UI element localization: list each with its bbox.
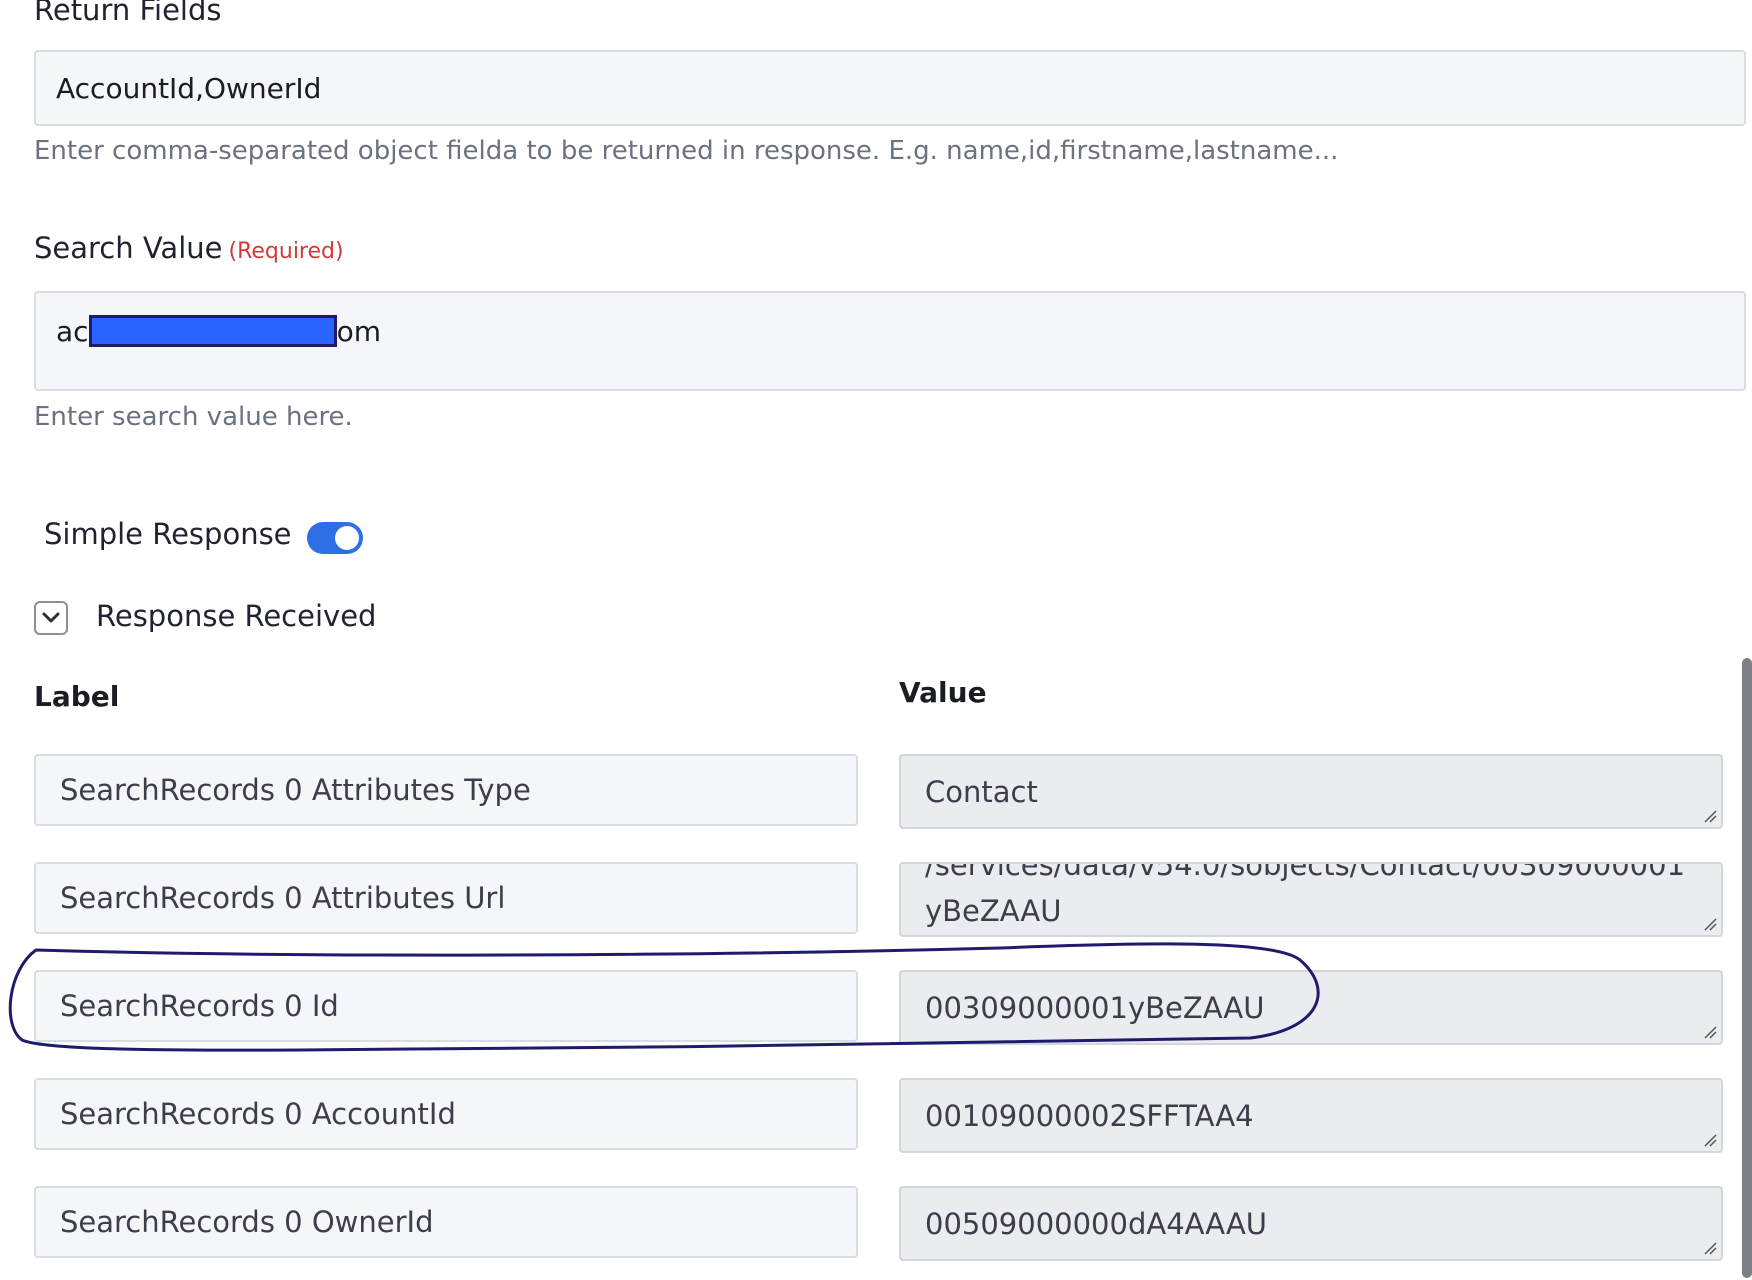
search-value-prefix: ac bbox=[56, 314, 89, 348]
search-value-label-text: Search Value bbox=[34, 231, 223, 265]
response-value-field[interactable]: 00109000002SFFTAA4 bbox=[899, 1078, 1723, 1153]
resize-handle-icon[interactable] bbox=[1703, 809, 1717, 823]
return-fields-value: AccountId,OwnerId bbox=[56, 71, 322, 105]
response-label-text: SearchRecords 0 Attributes Url bbox=[60, 881, 506, 915]
chevron-down-icon bbox=[42, 612, 60, 623]
response-label-field[interactable]: SearchRecords 0 Attributes Type bbox=[34, 754, 858, 826]
response-value-text: 00509000000dA4AAAU bbox=[925, 1206, 1268, 1241]
response-value-field[interactable]: /services/data/v54.0/sobjects/Contact/00… bbox=[899, 862, 1723, 937]
label-column-header: Label bbox=[34, 680, 120, 713]
response-label-text: SearchRecords 0 Attributes Type bbox=[60, 773, 531, 807]
value-column-header: Value bbox=[899, 676, 987, 709]
response-value-text: /services/data/v54.0/sobjects/Contact/00… bbox=[925, 862, 1686, 928]
search-value-label: Search Value (Required) bbox=[34, 230, 344, 270]
return-fields-help: Enter comma-separated object fielda to b… bbox=[34, 136, 1339, 166]
toggle-knob bbox=[335, 526, 359, 550]
resize-handle-icon[interactable] bbox=[1703, 1133, 1717, 1147]
simple-response-label: Simple Response bbox=[44, 517, 292, 551]
resize-handle-icon[interactable] bbox=[1703, 917, 1717, 931]
response-value-text: 00109000002SFFTAA4 bbox=[925, 1098, 1254, 1133]
response-received-collapse-button[interactable] bbox=[34, 601, 68, 635]
redaction-box bbox=[88, 315, 337, 347]
resize-handle-icon[interactable] bbox=[1703, 1025, 1717, 1039]
return-fields-input[interactable]: AccountId,OwnerId bbox=[34, 50, 1746, 126]
response-label-field[interactable]: SearchRecords 0 AccountId bbox=[34, 1078, 858, 1150]
response-label-text: SearchRecords 0 AccountId bbox=[60, 1097, 456, 1131]
required-marker: (Required) bbox=[228, 239, 344, 264]
resize-handle-icon[interactable] bbox=[1703, 1241, 1717, 1255]
response-label-text: SearchRecords 0 OwnerId bbox=[60, 1205, 434, 1239]
response-value-text: Contact bbox=[925, 774, 1038, 809]
return-fields-label: Return Fields bbox=[34, 0, 222, 27]
scrollbar[interactable] bbox=[1742, 658, 1752, 1278]
search-value-help: Enter search value here. bbox=[34, 402, 353, 432]
response-label-field[interactable]: SearchRecords 0 Attributes Url bbox=[34, 862, 858, 934]
salesforce-search-form: Return Fields AccountId,OwnerId Enter co… bbox=[0, 0, 1752, 1280]
search-value-suffix: om bbox=[336, 314, 381, 348]
search-value-input[interactable]: ac om bbox=[34, 291, 1746, 391]
response-value-field[interactable]: 00509000000dA4AAAU bbox=[899, 1186, 1723, 1261]
response-received-label: Response Received bbox=[96, 599, 377, 633]
annotation-circle bbox=[8, 942, 1320, 1052]
response-value-field[interactable]: Contact bbox=[899, 754, 1723, 829]
simple-response-toggle[interactable] bbox=[307, 522, 363, 554]
response-label-field[interactable]: SearchRecords 0 OwnerId bbox=[34, 1186, 858, 1258]
